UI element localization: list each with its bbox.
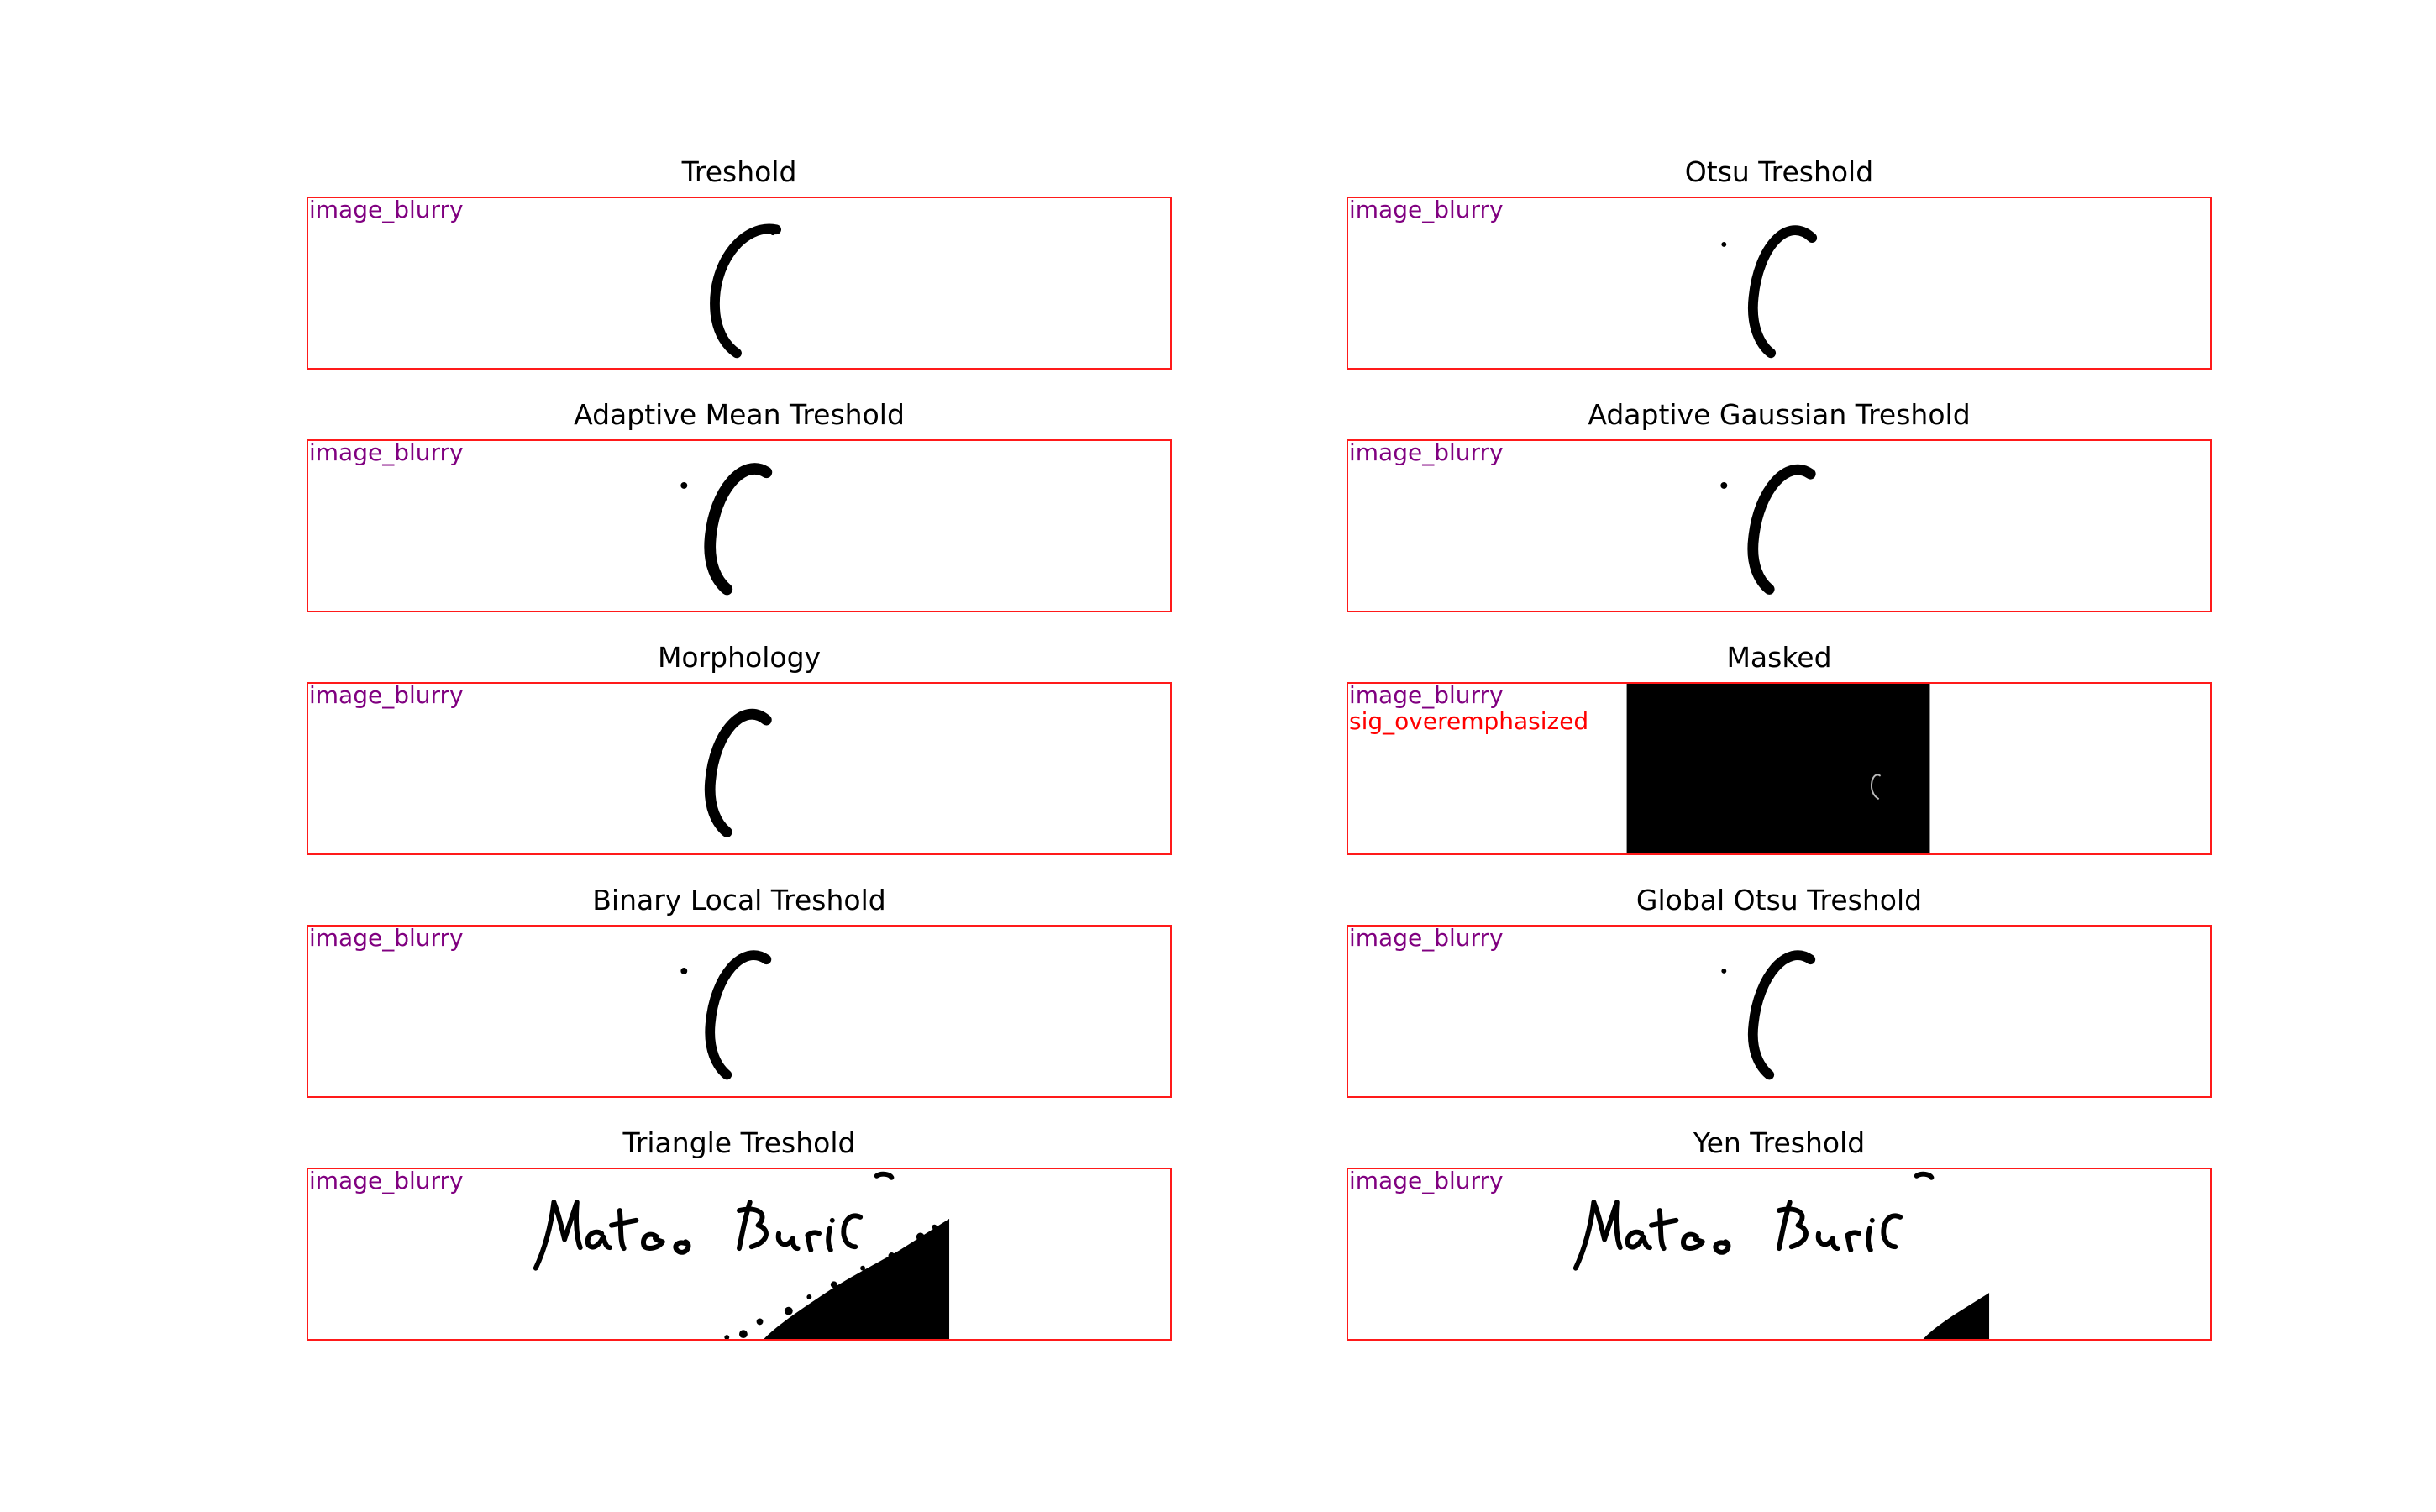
panel-triangle-treshold: Triangle Treshold image_blurry bbox=[307, 1119, 1172, 1341]
signature-fragment bbox=[1721, 225, 1818, 359]
signature-fragment bbox=[1721, 950, 1816, 1080]
panel-title: Adaptive Gaussian Treshold bbox=[1588, 398, 1971, 431]
quality-tag: image_blurry bbox=[309, 439, 464, 466]
signature-fragment bbox=[680, 463, 773, 596]
thresholded-image: image_blurry bbox=[1347, 1168, 2212, 1341]
signature-fragment bbox=[710, 223, 782, 359]
panel-otsu-treshold: Otsu Treshold image_blurry bbox=[1347, 148, 2212, 370]
thresholded-image: image_blurry bbox=[307, 1168, 1172, 1341]
thresholded-image: image_blurry bbox=[1347, 197, 2212, 370]
masked-image: image_blurry sig_overemphasized bbox=[1347, 682, 2212, 855]
panel-title: Otsu Treshold bbox=[1684, 155, 1874, 188]
thresholded-image: image_blurry bbox=[307, 682, 1172, 855]
quality-tag: image_blurry bbox=[309, 1168, 464, 1194]
quality-tag: image_blurry bbox=[1349, 439, 1504, 466]
quality-tag: image_blurry bbox=[1349, 925, 1504, 952]
signature-fragment bbox=[704, 708, 772, 837]
panel-title: Yen Treshold bbox=[1693, 1126, 1866, 1159]
panel-title: Binary Local Treshold bbox=[592, 884, 886, 916]
panel-yen-treshold: Yen Treshold image_blurry bbox=[1347, 1119, 2212, 1341]
quality-tag: image_blurry bbox=[309, 925, 464, 952]
quality-tag: image_blurry bbox=[1349, 1168, 1504, 1194]
panel-adaptive-mean-treshold: Adaptive Mean Treshold image_blurry bbox=[307, 391, 1172, 612]
thresholded-image: image_blurry bbox=[307, 197, 1172, 370]
panel-title: Treshold bbox=[681, 155, 797, 188]
handwritten-signature bbox=[533, 1171, 950, 1339]
panel-morphology: Morphology image_blurry bbox=[307, 633, 1172, 855]
panel-title: Triangle Treshold bbox=[622, 1126, 856, 1159]
panel-masked: Masked image_blurry sig_overemphasized bbox=[1347, 633, 2212, 855]
quality-tag: image_blurry bbox=[309, 197, 464, 223]
panel-title: Global Otsu Treshold bbox=[1635, 884, 1923, 916]
quality-tag: image_blurry bbox=[1349, 682, 1504, 709]
panel-title: Adaptive Mean Treshold bbox=[574, 398, 905, 431]
panel-title: Masked bbox=[1726, 641, 1832, 674]
thresholded-image: image_blurry bbox=[1347, 439, 2212, 612]
panel-adaptive-gaussian-treshold: Adaptive Gaussian Treshold image_blurry bbox=[1347, 391, 2212, 612]
quality-tag-warning: sig_overemphasized bbox=[1349, 707, 1589, 735]
quality-tag: image_blurry bbox=[1349, 197, 1504, 223]
panel-title: Morphology bbox=[657, 641, 822, 674]
panel-global-otsu-treshold: Global Otsu Treshold image_blurry bbox=[1347, 876, 2212, 1098]
thresholded-image: image_blurry bbox=[307, 925, 1172, 1098]
signature-fragment bbox=[680, 950, 772, 1080]
thresholded-image: image_blurry bbox=[307, 439, 1172, 612]
panel-treshold: Treshold image_blurry bbox=[307, 148, 1172, 370]
thresholded-image: image_blurry bbox=[1347, 925, 2212, 1098]
quality-tag: image_blurry bbox=[309, 682, 464, 709]
signature-fragment bbox=[1720, 464, 1816, 595]
handwritten-signature bbox=[1572, 1171, 1990, 1339]
panel-binary-local-treshold: Binary Local Treshold image_blurry bbox=[307, 876, 1172, 1098]
